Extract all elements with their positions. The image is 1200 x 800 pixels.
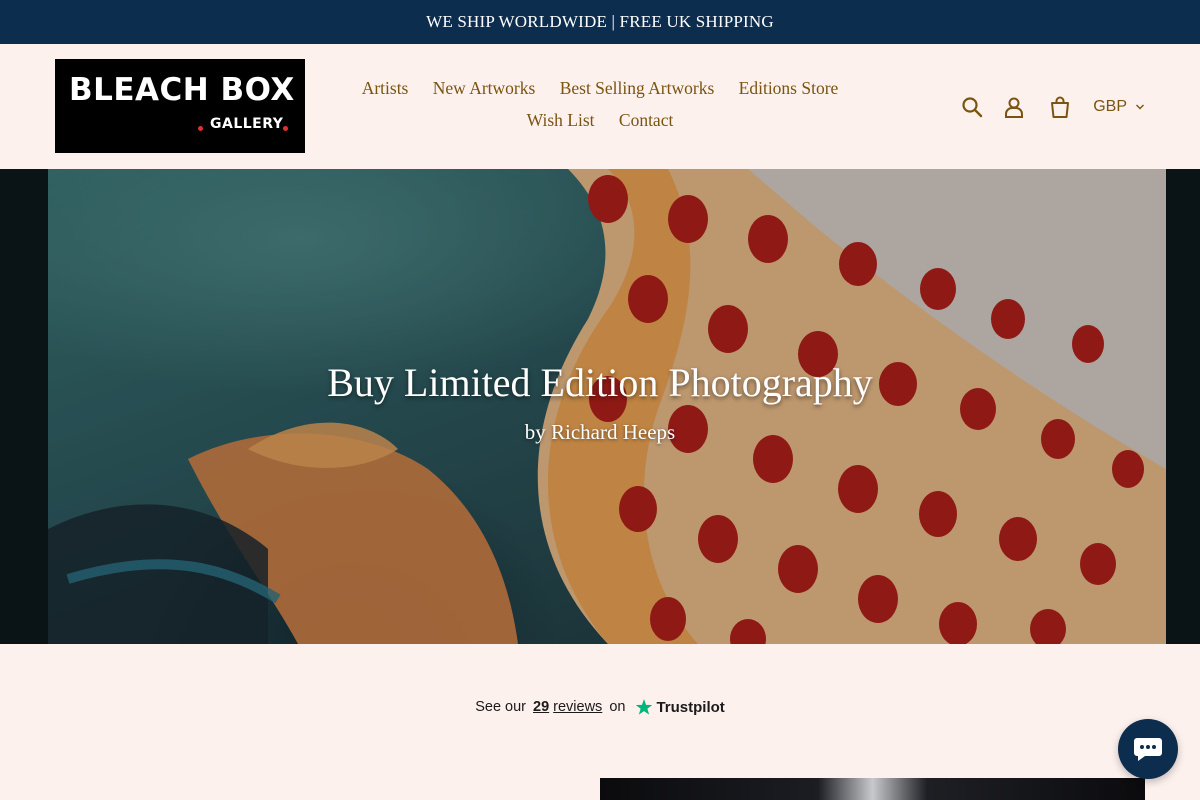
- header-tools: GBP: [959, 90, 1145, 124]
- logo-dot: [198, 126, 203, 131]
- chat-button[interactable]: [1118, 719, 1178, 779]
- nav-link-wish-list[interactable]: Wish List: [527, 110, 595, 130]
- trustpilot-reviews-link[interactable]: reviews: [553, 699, 602, 715]
- trustpilot-on-label: on: [609, 699, 626, 715]
- trustpilot-widget[interactable]: See our 29 reviews on Trustpilot: [0, 698, 1200, 716]
- featured-artwork-image[interactable]: [600, 778, 1145, 800]
- nav-link-new-artworks[interactable]: New Artworks: [433, 78, 536, 98]
- trustpilot-brand: Trustpilot: [656, 698, 725, 716]
- logo-brand-text: BLEACH BOX: [69, 72, 295, 108]
- trustpilot-review-count[interactable]: 29: [533, 699, 549, 715]
- star-icon: [636, 699, 653, 715]
- chat-bubble-icon: [1134, 738, 1162, 761]
- currency-selector[interactable]: GBP: [1093, 98, 1145, 116]
- nav-link-contact[interactable]: Contact: [619, 110, 673, 130]
- trustpilot-prefix: See our: [475, 699, 527, 715]
- site-logo[interactable]: BLEACH BOX GALLERY: [55, 59, 305, 153]
- account-icon[interactable]: [1001, 94, 1027, 120]
- cart-icon[interactable]: [1047, 94, 1073, 120]
- logo-sub-text: GALLERY: [210, 116, 284, 132]
- site-header: BLEACH BOX GALLERY Artists New Artworks …: [0, 44, 1200, 169]
- hero-overlay: [0, 169, 1200, 644]
- nav-link-best-selling-artworks[interactable]: Best Selling Artworks: [560, 78, 715, 98]
- nav-link-editions-store[interactable]: Editions Store: [739, 78, 839, 98]
- search-icon[interactable]: [959, 94, 985, 120]
- announcement-text: WE SHIP WORLDWIDE | FREE UK SHIPPING: [426, 12, 774, 31]
- main-nav: Artists New Artworks Best Selling Artwor…: [340, 72, 860, 136]
- currency-value: GBP: [1093, 98, 1127, 115]
- trustpilot-logo[interactable]: Trustpilot: [635, 698, 725, 716]
- hero-subtitle: by Richard Heeps: [524, 420, 676, 444]
- announcement-bar: WE SHIP WORLDWIDE | FREE UK SHIPPING: [0, 0, 1200, 44]
- nav-link-artists[interactable]: Artists: [362, 78, 409, 98]
- hero-title: Buy Limited Edition Photography: [327, 360, 873, 405]
- logo-dot: [283, 126, 288, 131]
- chevron-down-icon: [1136, 104, 1144, 110]
- hero-banner: Buy Limited Edition Photography by Richa…: [0, 169, 1200, 644]
